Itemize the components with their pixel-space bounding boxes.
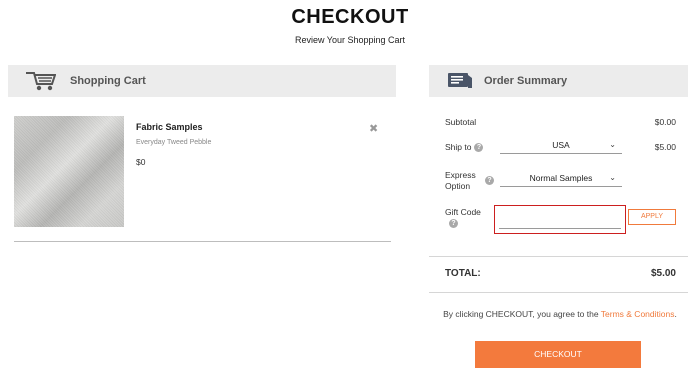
shopping-cart-title: Shopping Cart	[70, 75, 146, 87]
agree-text: By clicking CHECKOUT, you agree to the	[443, 309, 601, 319]
ship-to-text: Ship to	[445, 142, 472, 152]
close-icon[interactable]: ✖	[369, 122, 378, 135]
terms-agreement: By clicking CHECKOUT, you agree to the T…	[440, 308, 680, 320]
receipt-icon	[448, 73, 472, 88]
gift-code-field[interactable]	[499, 210, 621, 229]
shopping-cart-header: Shopping Cart	[8, 65, 396, 97]
help-icon[interactable]: ?	[449, 219, 458, 228]
shipping-cost: $5.00	[654, 142, 676, 152]
terms-link[interactable]: Terms & Conditions	[601, 309, 675, 319]
item-name[interactable]: Fabric Samples	[136, 122, 203, 132]
fabric-sample-image[interactable]	[14, 116, 124, 227]
shopping-cart-icon	[26, 72, 56, 91]
ship-to-value: USA	[552, 140, 570, 150]
summary-divider	[429, 292, 688, 293]
ship-to-select[interactable]: USA ⌄	[500, 138, 622, 154]
item-price: $0	[136, 157, 146, 167]
order-summary-title: Order Summary	[484, 75, 568, 87]
page-subtitle: Review Your Shopping Cart	[294, 35, 406, 45]
order-summary-header: Order Summary	[429, 65, 688, 97]
express-option-value: Normal Samples	[529, 173, 593, 183]
help-icon[interactable]: ?	[474, 143, 484, 153]
cart-divider	[14, 241, 391, 242]
chevron-down-icon: ⌄	[609, 173, 616, 182]
express-option-text: Express Option	[445, 170, 476, 191]
subtotal-value: $0.00	[654, 117, 676, 127]
item-variant: Everyday Tweed Pebble	[136, 139, 212, 146]
express-option-select[interactable]: Normal Samples ⌄	[500, 171, 622, 187]
total-value: $5.00	[650, 268, 676, 279]
ship-to-label: Ship to?	[445, 142, 484, 153]
total-label: TOTAL:	[445, 268, 481, 279]
express-option-label: Express Option	[445, 170, 487, 192]
chevron-down-icon: ⌄	[609, 140, 616, 149]
gift-code-input[interactable]	[494, 205, 626, 234]
gift-code-label: Gift Code	[445, 207, 481, 217]
page-title: CHECKOUT	[291, 6, 409, 28]
summary-divider	[429, 256, 688, 257]
subtotal-label: Subtotal	[445, 117, 477, 127]
agree-end: .	[674, 309, 677, 319]
apply-button[interactable]: APPLY	[628, 209, 676, 225]
checkout-button[interactable]: CHECKOUT	[475, 341, 641, 368]
help-icon[interactable]: ?	[485, 176, 494, 185]
